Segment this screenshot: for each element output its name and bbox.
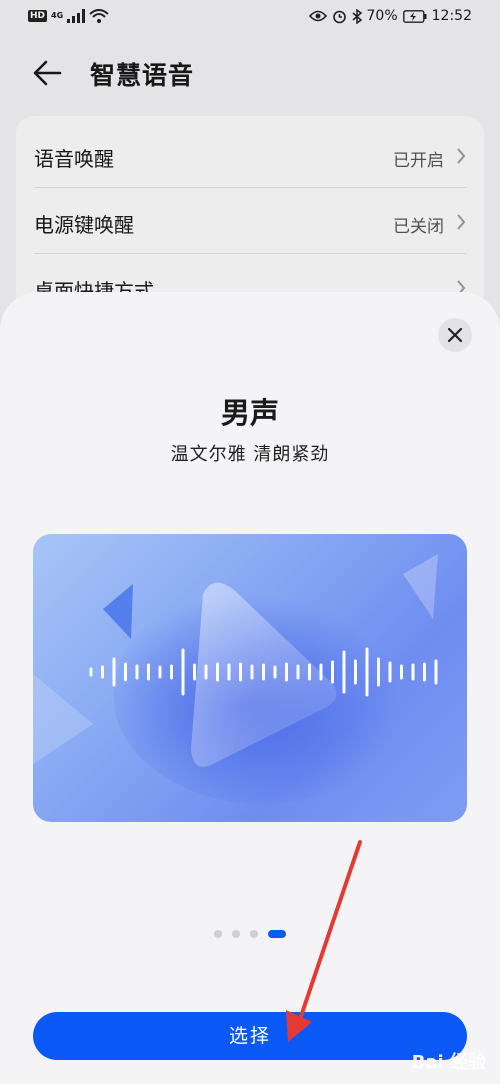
- voice-preview-banner[interactable]: [33, 534, 467, 822]
- close-icon: [447, 327, 463, 343]
- select-button[interactable]: 选择: [33, 1012, 467, 1060]
- voice-name: 男声: [220, 396, 279, 430]
- page-dot-active[interactable]: [268, 930, 286, 938]
- page-dot[interactable]: [214, 930, 222, 938]
- voice-description: 温文尔雅 清朗紧劲: [170, 444, 330, 465]
- waveform-illustration: [33, 554, 438, 804]
- page-dot[interactable]: [232, 930, 240, 938]
- watermark: Bai 经验: [411, 1052, 486, 1073]
- close-button[interactable]: [438, 318, 472, 352]
- page-indicator: [0, 930, 500, 938]
- voice-selection-sheet: 男声 温文尔雅 清朗紧劲 选择: [0, 292, 500, 1084]
- page-dot[interactable]: [250, 930, 258, 938]
